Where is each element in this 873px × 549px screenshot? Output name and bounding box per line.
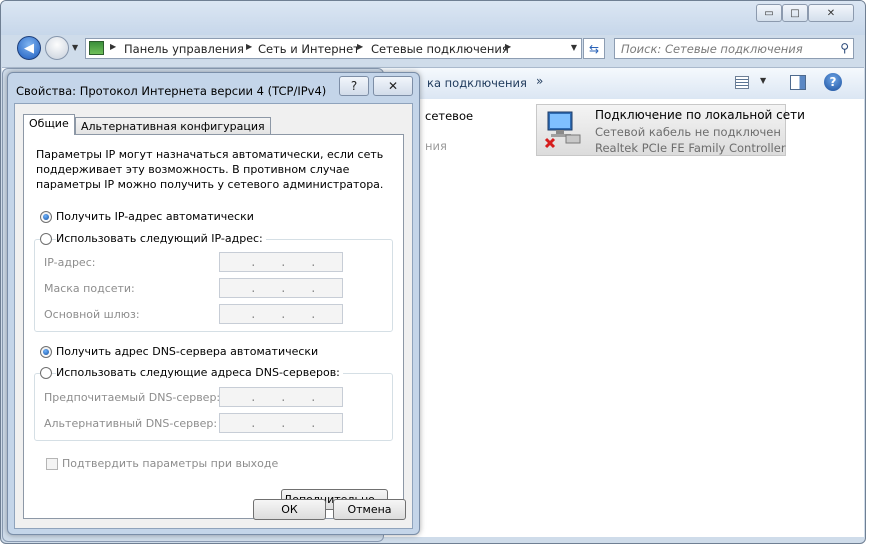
partial-item-text: ния bbox=[425, 139, 447, 153]
tab-general[interactable]: Общие bbox=[23, 114, 75, 135]
general-tab-panel: Параметры IP могут назначаться автоматич… bbox=[23, 134, 404, 519]
ok-button[interactable]: ОК bbox=[253, 499, 326, 520]
command-bar-item[interactable]: ка подключения bbox=[427, 76, 527, 90]
connection-name: Подключение по локальной сети bbox=[595, 108, 805, 122]
tab-alternate-configuration[interactable]: Альтернативная конфигурация bbox=[75, 117, 271, 135]
close-button[interactable]: ✕ bbox=[808, 4, 854, 22]
chevron-right-icon[interactable]: ▶ bbox=[110, 42, 116, 51]
search-input[interactable]: Поиск: Сетевые подключения ⚲ bbox=[614, 38, 854, 59]
ip-manual-label[interactable]: Использовать следующий IP-адрес: bbox=[56, 232, 266, 245]
default-gateway-field[interactable]: ... bbox=[219, 304, 343, 324]
alternate-dns-field[interactable]: ... bbox=[219, 413, 343, 433]
connection-item-local-area[interactable]: Подключение по локальной сети Сетевой ка… bbox=[536, 104, 805, 156]
alternate-dns-label: Альтернативный DNS-сервер: bbox=[44, 417, 218, 430]
dns-manual-radio[interactable] bbox=[40, 367, 52, 379]
preferred-dns-field[interactable]: ... bbox=[219, 387, 343, 407]
preview-pane-icon[interactable] bbox=[790, 75, 806, 90]
cancel-button[interactable]: Отмена bbox=[333, 499, 406, 520]
dns-manual-label[interactable]: Использовать следующие адреса DNS-сервер… bbox=[56, 366, 343, 379]
minimize-button[interactable]: ▭ bbox=[756, 4, 782, 22]
control-panel-icon bbox=[89, 41, 104, 55]
chevron-right-icon[interactable]: ▶ bbox=[505, 42, 511, 51]
address-dropdown-icon[interactable]: ▼ bbox=[571, 43, 577, 52]
ip-address-field[interactable]: ... bbox=[219, 252, 343, 272]
ip-address-label: IP-адрес: bbox=[44, 256, 96, 269]
subnet-mask-label: Маска подсети: bbox=[44, 282, 135, 295]
breadcrumb-network-internet[interactable]: Сеть и Интернет bbox=[258, 42, 360, 56]
preferred-dns-label: Предпочитаемый DNS-сервер: bbox=[44, 391, 221, 404]
connection-adapter: Realtek PCIe FE Family Controller bbox=[595, 141, 786, 155]
maximize-button[interactable]: □ bbox=[782, 4, 808, 22]
ip-auto-radio[interactable] bbox=[40, 211, 52, 223]
default-gateway-label: Основной шлюз: bbox=[44, 308, 140, 321]
refresh-icon: ⇆ bbox=[588, 41, 600, 56]
dialog-close-button[interactable]: ✕ bbox=[373, 76, 413, 96]
search-icon[interactable]: ⚲ bbox=[840, 41, 849, 55]
chevron-right-icon[interactable]: ▶ bbox=[357, 42, 363, 51]
dns-auto-radio[interactable] bbox=[40, 346, 52, 358]
partial-item-text: сетевое bbox=[425, 109, 474, 123]
explorer-titlebar bbox=[1, 1, 865, 35]
validate-on-exit-checkbox[interactable] bbox=[46, 458, 58, 470]
ip-auto-label[interactable]: Получить IP-адрес автоматически bbox=[56, 210, 254, 223]
ip-manual-radio[interactable] bbox=[40, 233, 52, 245]
breadcrumb-control-panel[interactable]: Панель управления bbox=[124, 42, 244, 56]
search-placeholder: Поиск: Сетевые подключения bbox=[621, 42, 803, 56]
connection-status: Сетевой кабель не подключен bbox=[595, 125, 781, 139]
dialog-title: Свойства: Протокол Интернета версии 4 (T… bbox=[16, 84, 327, 98]
arrow-left-icon: ◀ bbox=[24, 40, 34, 56]
help-icon[interactable]: ? bbox=[824, 73, 842, 91]
intro-text: Параметры IP могут назначаться автоматич… bbox=[36, 148, 384, 191]
address-bar[interactable]: ▶ Панель управления ▶ Сеть и Интернет ▶ … bbox=[85, 38, 582, 59]
validate-on-exit-label[interactable]: Подтвердить параметры при выходе bbox=[62, 457, 278, 470]
more-commands-button[interactable]: » bbox=[536, 74, 543, 88]
forward-button[interactable] bbox=[45, 36, 69, 60]
chevron-right-icon[interactable]: ▶ bbox=[246, 42, 252, 51]
subnet-mask-field[interactable]: ... bbox=[219, 278, 343, 298]
dialog-help-button[interactable]: ? bbox=[339, 76, 369, 96]
navigation-bar: ◀ ▼ ▶ Панель управления ▶ Сеть и Интерне… bbox=[1, 35, 865, 63]
recent-pages-dropdown-icon[interactable]: ▼ bbox=[72, 43, 78, 52]
network-adapter-icon bbox=[544, 111, 581, 149]
refresh-button[interactable]: ⇆ bbox=[583, 38, 605, 59]
dialog-body: Общие Альтернативная конфигурация Параме… bbox=[14, 103, 413, 529]
ipv4-properties-dialog: Свойства: Протокол Интернета версии 4 (T… bbox=[7, 72, 420, 535]
breadcrumb-network-connections[interactable]: Сетевые подключения bbox=[371, 42, 509, 56]
back-button[interactable]: ◀ bbox=[17, 36, 41, 60]
view-dropdown-icon[interactable]: ▼ bbox=[760, 76, 766, 85]
dns-auto-label[interactable]: Получить адрес DNS-сервера автоматически bbox=[56, 345, 318, 358]
view-options-icon[interactable] bbox=[735, 76, 749, 89]
